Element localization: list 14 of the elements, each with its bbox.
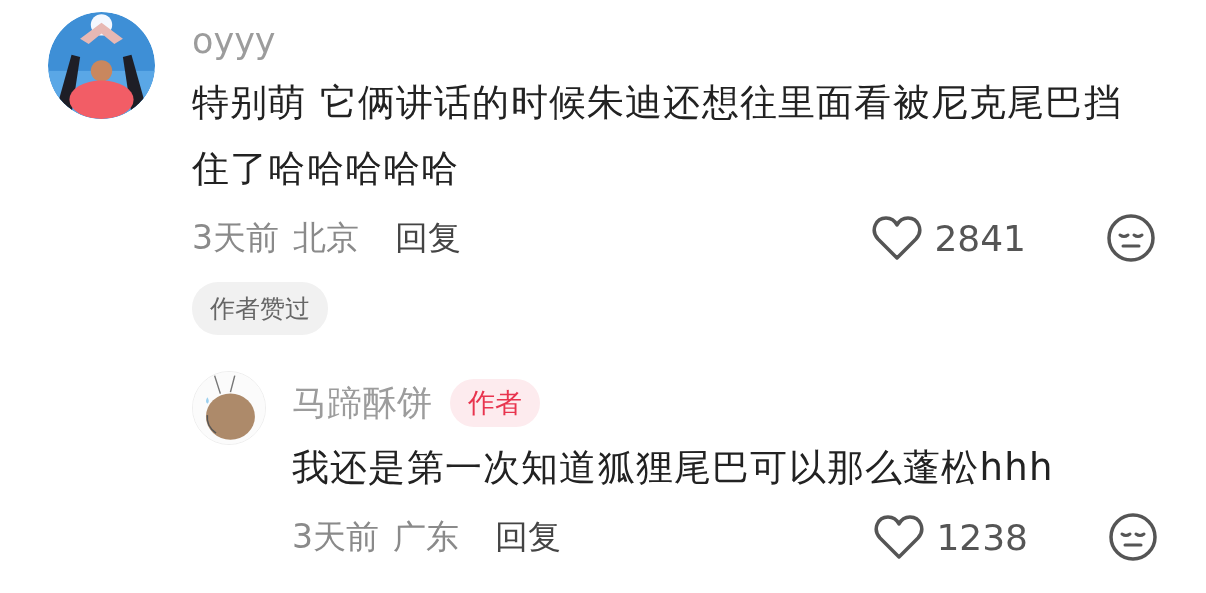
comment-text: 特别萌 它俩讲话的时候朱迪还想往里面看被尼克尾巴挡住了哈哈哈哈哈 bbox=[192, 80, 1123, 192]
comment-time: 3天前 bbox=[192, 216, 279, 259]
comment-location: 广东 bbox=[393, 515, 459, 558]
face-icon[interactable] bbox=[1108, 512, 1158, 562]
comment-text: 我还是第一次知道狐狸尾巴可以那么蓬松hhh bbox=[292, 445, 1055, 491]
author-liked-badge: 作者赞过 bbox=[192, 282, 328, 335]
face-icon[interactable] bbox=[1106, 213, 1156, 263]
like-button[interactable]: 2841 bbox=[872, 215, 1026, 261]
author-tag: 作者 bbox=[450, 379, 540, 427]
comment-location: 北京 bbox=[293, 216, 359, 259]
like-button[interactable]: 1238 bbox=[874, 514, 1028, 560]
comment-time: 3天前 bbox=[292, 515, 379, 558]
reply-link[interactable]: 回复 bbox=[395, 215, 461, 261]
reply-link[interactable]: 回复 bbox=[495, 514, 561, 560]
